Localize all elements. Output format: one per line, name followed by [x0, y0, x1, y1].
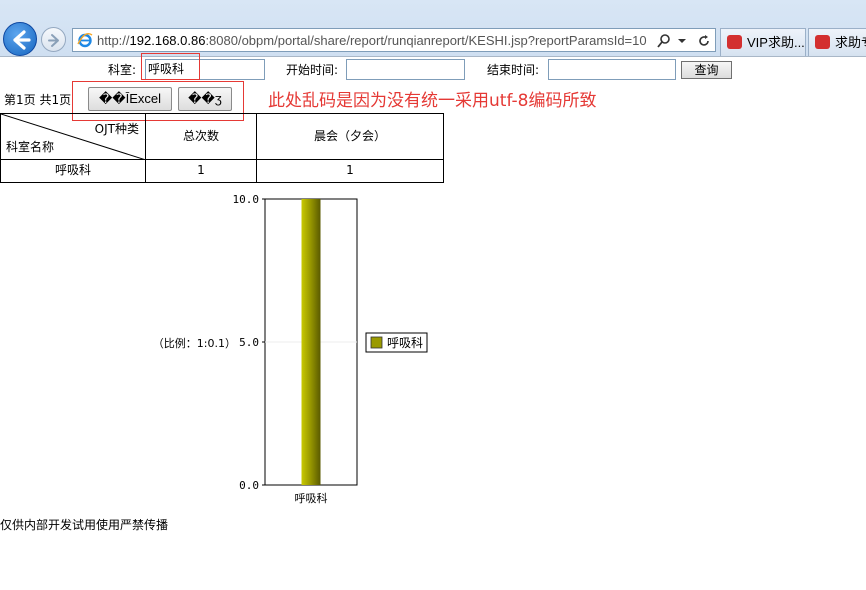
url-host: 192.168.0.86 — [129, 33, 206, 48]
report-table: OJT种类 科室名称 总次数 晨会（夕会） 呼吸科 1 1 — [0, 113, 444, 183]
table-row-name: 呼吸科 — [1, 160, 146, 182]
dept-label: 科室: — [108, 63, 137, 77]
end-time-label: 结束时间: — [487, 63, 540, 77]
start-time-label: 开始时间: — [286, 63, 339, 77]
forward-button[interactable] — [41, 27, 66, 52]
start-time-input[interactable] — [346, 59, 465, 80]
table-header-cell: 总次数 — [146, 114, 257, 160]
favicon-icon — [815, 35, 830, 49]
search-button[interactable]: 查询 — [681, 61, 732, 79]
y-tick-label: 5.0 — [239, 336, 259, 349]
table-cell: 1 — [146, 160, 257, 182]
y-axis-label: （比例：1:0.1） — [153, 336, 236, 350]
address-bar[interactable]: http://192.168.0.86:8080/obpm/portal/sha… — [72, 28, 716, 52]
annotation-text: 此处乱码是因为没有统一采用utf-8编码所致 — [268, 91, 597, 111]
footer-notice: 仅供内部开发试用使用严禁传播 — [0, 518, 169, 532]
ie-logo-icon — [77, 32, 93, 48]
tab-label: VIP求助... — [747, 35, 805, 50]
url-prefix: http:// — [97, 33, 130, 48]
bar — [301, 199, 321, 485]
back-button[interactable] — [3, 22, 37, 56]
table-corner-cell: OJT种类 科室名称 — [1, 114, 146, 160]
dropdown-arrow-icon[interactable] — [677, 33, 691, 49]
url-text[interactable]: http://192.168.0.86:8080/obpm/portal/sha… — [97, 33, 653, 49]
legend-swatch — [370, 336, 383, 349]
table-header-cell: 晨会（夕会） — [257, 114, 443, 160]
corner-top-label: OJT种类 — [94, 122, 139, 136]
table-cell: 1 — [346, 163, 354, 177]
browser-tab[interactable]: VIP求助... — [720, 28, 806, 56]
url-path: :8080/obpm/portal/share/report/runqianre… — [205, 33, 647, 48]
browser-chrome: http://192.168.0.86:8080/obpm/portal/sha… — [0, 0, 866, 57]
bar-chart: 10.05.00.0（比例：1:0.1）呼吸科呼吸科 — [153, 193, 428, 505]
corner-bottom-label: 科室名称 — [6, 140, 55, 154]
export-excel-button[interactable]: ��ĪExcel — [88, 87, 172, 111]
favicon-icon — [727, 35, 742, 49]
y-tick-label: 10.0 — [233, 193, 260, 206]
refresh-icon[interactable] — [697, 33, 711, 49]
arrow-left-icon — [13, 30, 31, 50]
print-button[interactable]: ��ӡ — [178, 87, 232, 111]
highlight-box — [141, 53, 200, 80]
tab-label: 求助专 — [835, 35, 866, 50]
end-time-input[interactable] — [548, 59, 676, 80]
legend-label: 呼吸科 — [387, 336, 423, 350]
arrow-right-icon — [48, 34, 59, 47]
address-bar-actions — [657, 32, 711, 50]
x-tick-label: 呼吸科 — [295, 491, 328, 505]
paging-info: 第1页 共1页 — [4, 93, 72, 107]
browser-tab[interactable]: 求助专 — [808, 28, 866, 56]
search-icon[interactable] — [657, 33, 671, 49]
y-tick-label: 0.0 — [239, 479, 259, 492]
